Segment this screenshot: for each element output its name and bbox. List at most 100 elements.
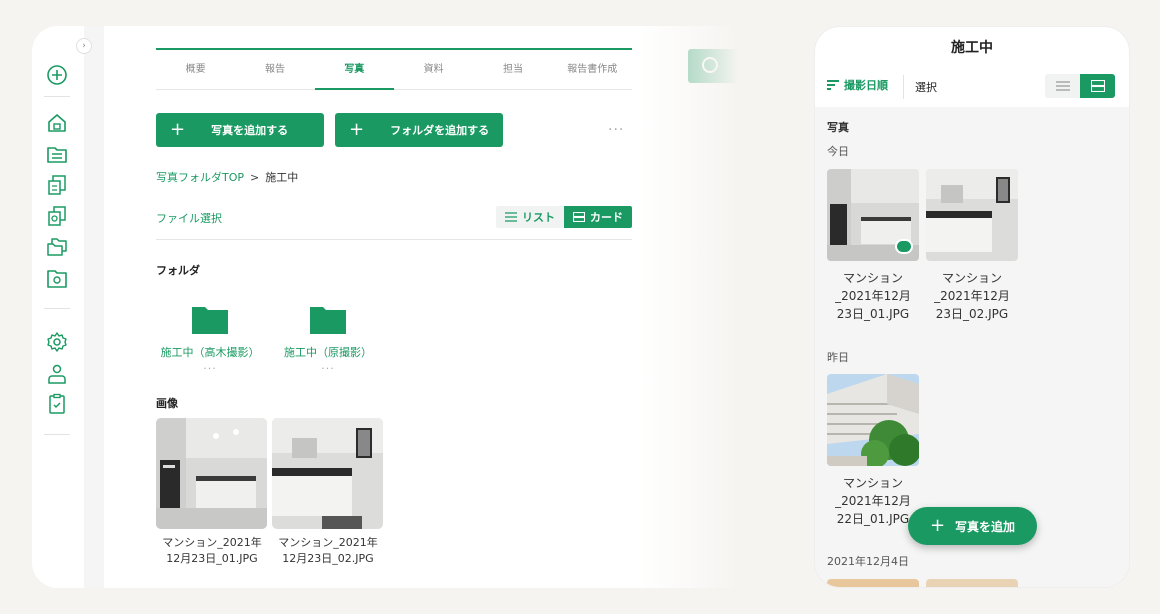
folder-more-icon[interactable]: ··· xyxy=(150,362,270,375)
photo-caption-line: 23日_01.JPG xyxy=(836,307,910,321)
photo-thumbnail[interactable] xyxy=(827,374,919,466)
settings-gear-icon[interactable] xyxy=(46,331,68,353)
tab-create-report[interactable]: 報告書作成 xyxy=(553,50,632,89)
photo-caption-line: マンション xyxy=(842,476,903,490)
add-photo-fab[interactable]: + 写真を追加 xyxy=(908,507,1037,545)
view-toggle: リスト カード xyxy=(496,206,632,228)
file-select-link[interactable]: ファイル選択 xyxy=(156,210,222,226)
add-photo-button[interactable]: + 写真を追加する xyxy=(156,113,324,147)
sidebar-expand-toggle[interactable]: › xyxy=(76,38,92,54)
photo-caption: マンション_2021年 12月23日_02.JPG xyxy=(268,535,388,567)
icon-sidebar: › xyxy=(32,26,92,588)
mobile-window: 施工中 撮影日順 選択 写真 今日 ··· マンション _2021年12月 23… xyxy=(814,26,1130,588)
list-view-button[interactable] xyxy=(1045,74,1080,98)
folder-item[interactable]: 施工中（原撮影） ··· xyxy=(268,304,388,375)
folder-more-icon[interactable]: ··· xyxy=(268,362,388,375)
divider xyxy=(156,239,632,240)
toolbar-divider xyxy=(903,75,904,99)
tab-overview[interactable]: 概要 xyxy=(156,50,235,89)
breadcrumb-root-link[interactable]: 写真フォルダTOP xyxy=(156,169,244,185)
folder-icon xyxy=(310,307,346,334)
more-options-icon[interactable]: ··· xyxy=(608,122,624,138)
photo-caption-line: _2021年12月 xyxy=(835,289,911,303)
photo-folder-icon[interactable] xyxy=(46,267,68,289)
add-photo-label: 写真を追加する xyxy=(211,124,289,137)
tab-reports[interactable]: 報告 xyxy=(235,50,314,89)
photo-thumbnail[interactable] xyxy=(272,418,383,529)
comment-button-partial[interactable] xyxy=(688,49,738,83)
tab-assignees[interactable]: 担当 xyxy=(473,50,552,89)
desktop-window: › 概要 報告 写真 資料 担当 報告書作成 + 写真を追加する + フォルダを… xyxy=(32,26,736,588)
image-section-title: 画像 xyxy=(156,397,178,410)
sort-label: 撮影日順 xyxy=(844,79,888,92)
card-view-button[interactable] xyxy=(1080,74,1115,98)
photo-caption-line: マンション_2021年 xyxy=(278,536,378,549)
project-tabs: 概要 報告 写真 資料 担当 報告書作成 xyxy=(156,48,632,90)
breadcrumb-separator: > xyxy=(250,170,260,184)
comment-badge-icon xyxy=(895,236,913,254)
card-icon xyxy=(1090,80,1105,92)
photo-thumbnail[interactable] xyxy=(827,169,919,261)
mobile-page-title: 施工中 xyxy=(951,40,993,56)
mobile-toolbar: 撮影日順 選択 xyxy=(815,71,1129,107)
photo-thumbnail[interactable] xyxy=(156,418,267,529)
photo-caption-line: 12月23日_01.JPG xyxy=(166,552,258,565)
folder-list-icon[interactable] xyxy=(46,143,68,165)
folder-item[interactable]: 施工中（高木撮影） ··· xyxy=(150,304,270,375)
card-view-button[interactable]: カード xyxy=(564,206,632,228)
photo-caption: マンション _2021年12月 23日_01.JPG xyxy=(823,269,923,323)
documents-icon[interactable] xyxy=(46,205,68,227)
folder-name: 施工中（原撮影） xyxy=(284,346,372,359)
tab-photos[interactable]: 写真 xyxy=(314,50,395,90)
photo-caption-line: 23日_02.JPG xyxy=(935,307,1009,321)
sort-by-date-button[interactable]: 撮影日順 xyxy=(827,77,888,93)
list-view-button[interactable]: リスト xyxy=(496,206,564,228)
plus-icon: + xyxy=(349,119,365,140)
date-group-label: 昨日 xyxy=(827,351,849,364)
photo-caption-line: マンション xyxy=(941,271,1002,285)
add-circle-icon[interactable] xyxy=(46,64,68,86)
user-icon[interactable] xyxy=(46,363,68,385)
sidebar-shade xyxy=(84,26,104,588)
mobile-view-toggle xyxy=(1045,74,1115,98)
photo-thumbnail-partial[interactable] xyxy=(926,579,1018,587)
home-icon[interactable] xyxy=(46,112,68,134)
clipboard-check-icon[interactable] xyxy=(46,393,68,415)
photo-thumbnail[interactable] xyxy=(926,169,1018,261)
report-icon[interactable] xyxy=(46,174,68,196)
photo-caption-line: _2021年12月 xyxy=(934,289,1010,303)
card-view-label: カード xyxy=(590,211,623,224)
sidebar-divider xyxy=(44,434,70,435)
folders-icon[interactable] xyxy=(46,236,68,258)
breadcrumb: 写真フォルダTOP > 施工中 xyxy=(156,169,298,185)
list-icon xyxy=(505,212,517,222)
select-button[interactable]: 選択 xyxy=(915,79,937,95)
add-folder-label: フォルダを追加する xyxy=(390,124,490,137)
photo-section-title: 写真 xyxy=(827,121,849,134)
plus-icon: + xyxy=(170,119,186,140)
date-group-label: 2021年12月4日 xyxy=(827,555,909,568)
photo-caption-line: マンション xyxy=(842,271,903,285)
photo-caption: マンション _2021年12月 23日_02.JPG xyxy=(922,269,1022,323)
sort-icon xyxy=(827,80,839,90)
sidebar-divider xyxy=(44,96,70,97)
photo-caption-line: 12月23日_02.JPG xyxy=(282,552,374,565)
card-icon xyxy=(573,212,585,222)
comment-icon xyxy=(702,57,718,73)
breadcrumb-current: 施工中 xyxy=(265,171,299,184)
photo-caption-line: _2021年12月 xyxy=(835,494,911,508)
photo-caption: マンション_2021年 12月23日_01.JPG xyxy=(152,535,272,567)
photo-thumbnail-partial[interactable] xyxy=(827,579,919,587)
folder-icon xyxy=(192,307,228,334)
folder-name: 施工中（高木撮影） xyxy=(160,346,260,359)
add-photo-fab-label: 写真を追加 xyxy=(955,519,1016,534)
date-group-label: 今日 xyxy=(827,145,849,158)
sidebar-divider xyxy=(44,308,70,309)
photo-caption-line: マンション_2021年 xyxy=(162,536,262,549)
folder-section-title: フォルダ xyxy=(156,264,200,277)
tab-materials[interactable]: 資料 xyxy=(394,50,473,89)
list-icon xyxy=(1055,81,1070,91)
list-view-label: リスト xyxy=(522,211,555,224)
plus-icon: + xyxy=(929,515,946,536)
add-folder-button[interactable]: + フォルダを追加する xyxy=(335,113,503,147)
